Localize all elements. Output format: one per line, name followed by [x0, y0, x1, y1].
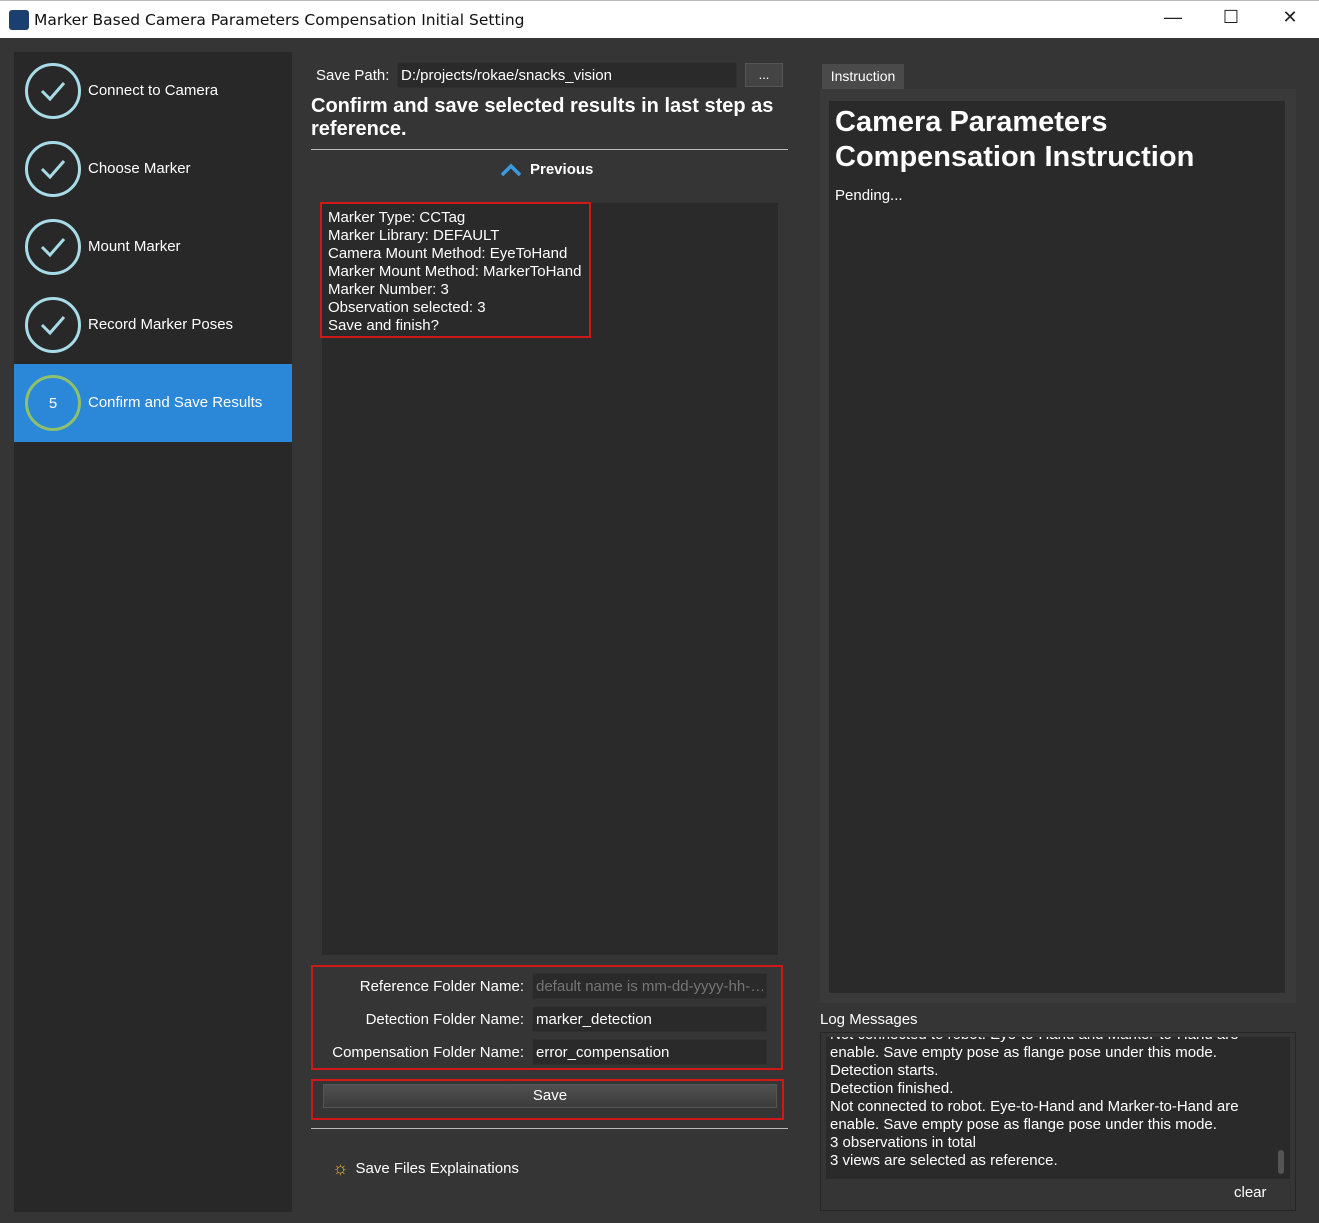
- log-scrollbar[interactable]: [1278, 1150, 1284, 1174]
- log-panel: Not connected to robot. Eye-to-Hand and …: [820, 1032, 1296, 1211]
- detection-folder-label: Detection Folder Name:: [365, 1011, 524, 1028]
- summary-line: Marker Number: 3: [328, 281, 449, 298]
- log-line: Detection starts.: [830, 1062, 939, 1079]
- divider: [311, 1128, 788, 1129]
- app-icon: [9, 10, 29, 30]
- compensation-folder-input[interactable]: [532, 1039, 767, 1065]
- log-line: enable. Save empty pose as flange pose u…: [830, 1044, 1217, 1061]
- step-label: Mount Marker: [88, 238, 181, 255]
- save-path-label: Save Path:: [316, 67, 390, 84]
- detection-folder-input[interactable]: [532, 1006, 767, 1032]
- save-button[interactable]: Save: [323, 1084, 777, 1108]
- previous-button[interactable]: Previous: [500, 161, 593, 178]
- log-line: Detection finished.: [830, 1080, 954, 1097]
- title-bar: Marker Based Camera Parameters Compensat…: [0, 0, 1319, 38]
- instruction-panel: Camera Parameters Compensation Instructi…: [820, 89, 1296, 1003]
- minimize-button[interactable]: —: [1153, 7, 1193, 33]
- log-line: 3 views are selected as reference.: [830, 1152, 1058, 1169]
- step-label: Connect to Camera: [88, 82, 219, 99]
- reference-folder-label: Reference Folder Name:: [359, 978, 524, 995]
- maximize-button[interactable]: ☐: [1211, 7, 1251, 33]
- save-path-input[interactable]: [397, 62, 737, 88]
- explain-label: Save Files Explainations: [355, 1160, 519, 1177]
- check-icon: [25, 297, 81, 353]
- save-files-explanations-link[interactable]: ☼ Save Files Explainations: [332, 1158, 519, 1179]
- previous-label: Previous: [530, 161, 594, 178]
- check-icon: [25, 141, 81, 197]
- log-line: enable. Save empty pose as flange pose u…: [830, 1116, 1217, 1133]
- step-number: 5: [25, 375, 81, 431]
- step-label: Confirm and Save Results: [88, 394, 263, 411]
- summary-line: Observation selected: 3: [328, 299, 486, 316]
- log-line: Not connected to robot. Eye-to-Hand and …: [830, 1037, 1286, 1044]
- close-button[interactable]: ✕: [1270, 7, 1310, 33]
- lightbulb-icon: ☼: [332, 1158, 349, 1178]
- check-icon: [25, 63, 81, 119]
- step-record-marker-poses[interactable]: Record Marker Poses: [14, 286, 292, 364]
- summary-line: Marker Mount Method: MarkerToHand: [328, 263, 582, 280]
- summary-box: Marker Type: CCTag Marker Library: DEFAUL…: [320, 202, 591, 338]
- log-messages: Not connected to robot. Eye-to-Hand and …: [826, 1037, 1290, 1179]
- log-line: Not connected to robot. Eye-to-Hand and …: [830, 1098, 1239, 1115]
- log-line: 3 observations in total: [830, 1134, 976, 1151]
- page-heading: Confirm and save selected results in las…: [311, 95, 774, 140]
- step-mount-marker[interactable]: Mount Marker: [14, 208, 292, 286]
- summary-line: Camera Mount Method: EyeToHand: [328, 245, 568, 262]
- divider: [311, 149, 788, 150]
- step-confirm-and-save[interactable]: 5 Confirm and Save Results: [14, 364, 292, 442]
- step-label: Choose Marker: [88, 160, 191, 177]
- browse-button[interactable]: ...: [745, 63, 783, 87]
- step-choose-marker[interactable]: Choose Marker: [14, 130, 292, 208]
- step-label: Record Marker Poses: [88, 316, 234, 333]
- log-label: Log Messages: [820, 1011, 918, 1028]
- clear-button[interactable]: clear: [1234, 1184, 1267, 1201]
- check-icon: [25, 219, 81, 275]
- tab-instruction[interactable]: Instruction: [822, 64, 904, 89]
- chevron-up-icon: [500, 163, 522, 176]
- summary-line: Marker Type: CCTag: [328, 209, 466, 226]
- instruction-status: Pending...: [835, 187, 903, 204]
- compensation-folder-label: Compensation Folder Name:: [332, 1044, 524, 1061]
- summary-line: Marker Library: DEFAULT: [328, 227, 500, 244]
- steps-sidebar: Connect to Camera Choose Marker Mount Ma…: [14, 52, 292, 1212]
- reference-folder-input[interactable]: [532, 973, 767, 999]
- step-connect-to-camera[interactable]: Connect to Camera: [14, 52, 292, 130]
- instruction-title: Camera Parameters Compensation Instructi…: [835, 106, 1195, 173]
- window-title: Marker Based Camera Parameters Compensat…: [34, 11, 525, 29]
- summary-line: Save and finish?: [328, 317, 439, 334]
